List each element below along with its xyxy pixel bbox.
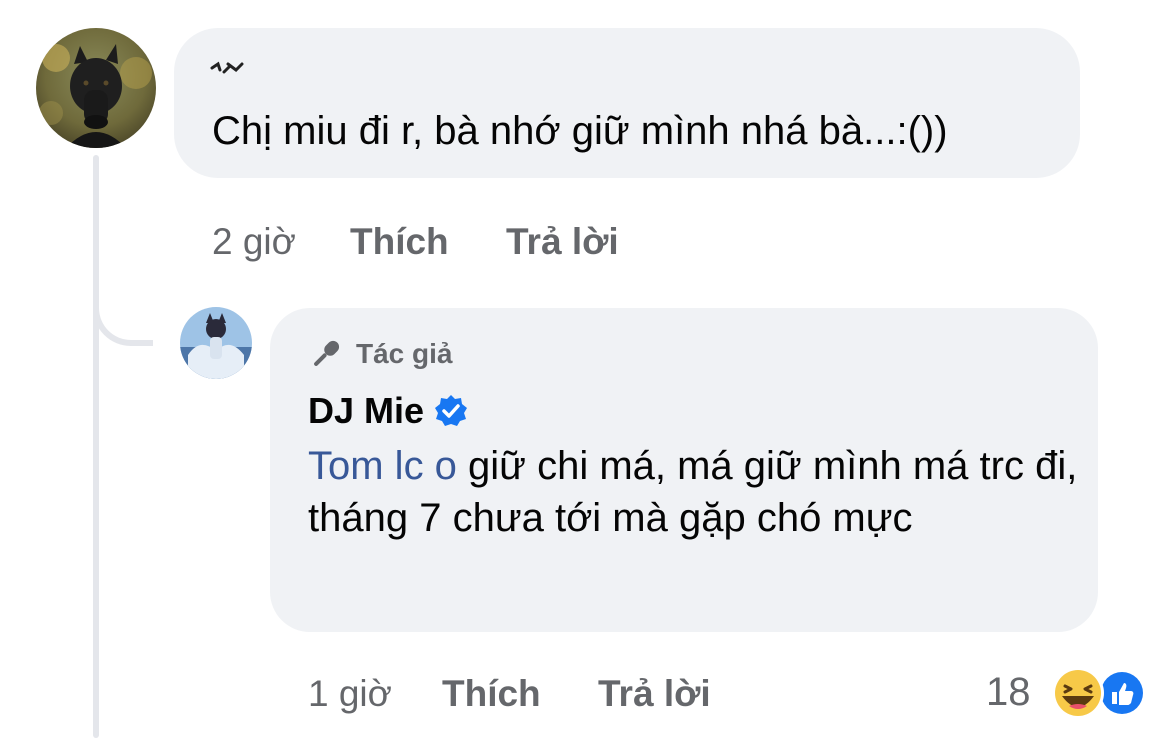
reply-button[interactable]: Trả lời	[506, 220, 619, 264]
reactions-summary[interactable]	[1048, 666, 1148, 720]
reply-author: DJ Mie	[308, 388, 468, 434]
comment-actions: 2 giờ Thích Trả lời	[212, 220, 712, 264]
like-button[interactable]: Thích	[442, 672, 541, 716]
reply-author-name[interactable]: DJ Mie	[308, 390, 424, 432]
like-icon	[1098, 669, 1146, 717]
author-badge: Tác giả	[308, 334, 452, 374]
verified-badge-icon	[435, 395, 468, 426]
reply-text: Tom lc o giữ chi má, má giữ mình má trc …	[308, 440, 1078, 544]
commenter-avatar[interactable]	[36, 28, 156, 148]
reply-button[interactable]: Trả lời	[598, 672, 711, 716]
reply-timestamp[interactable]: 1 giờ	[308, 672, 392, 716]
reply-actions: 1 giờ Thích Trả lời	[308, 672, 828, 716]
haha-icon	[1052, 667, 1104, 719]
author-badge-label: Tác giả	[356, 338, 453, 369]
thread-connector	[93, 260, 153, 346]
commenter-name-obscured[interactable]	[210, 58, 250, 78]
reply-author-avatar[interactable]	[180, 307, 252, 379]
comment-timestamp[interactable]: 2 giờ	[212, 220, 296, 264]
mention-link[interactable]: Tom lc o	[308, 444, 457, 488]
thread-line	[93, 155, 99, 738]
like-button[interactable]: Thích	[350, 220, 449, 264]
comment-text: Chị miu đi r, bà nhớ giữ mình nhá bà...:…	[212, 109, 948, 153]
microphone-icon	[314, 340, 340, 366]
reaction-count[interactable]: 18	[986, 668, 1031, 716]
